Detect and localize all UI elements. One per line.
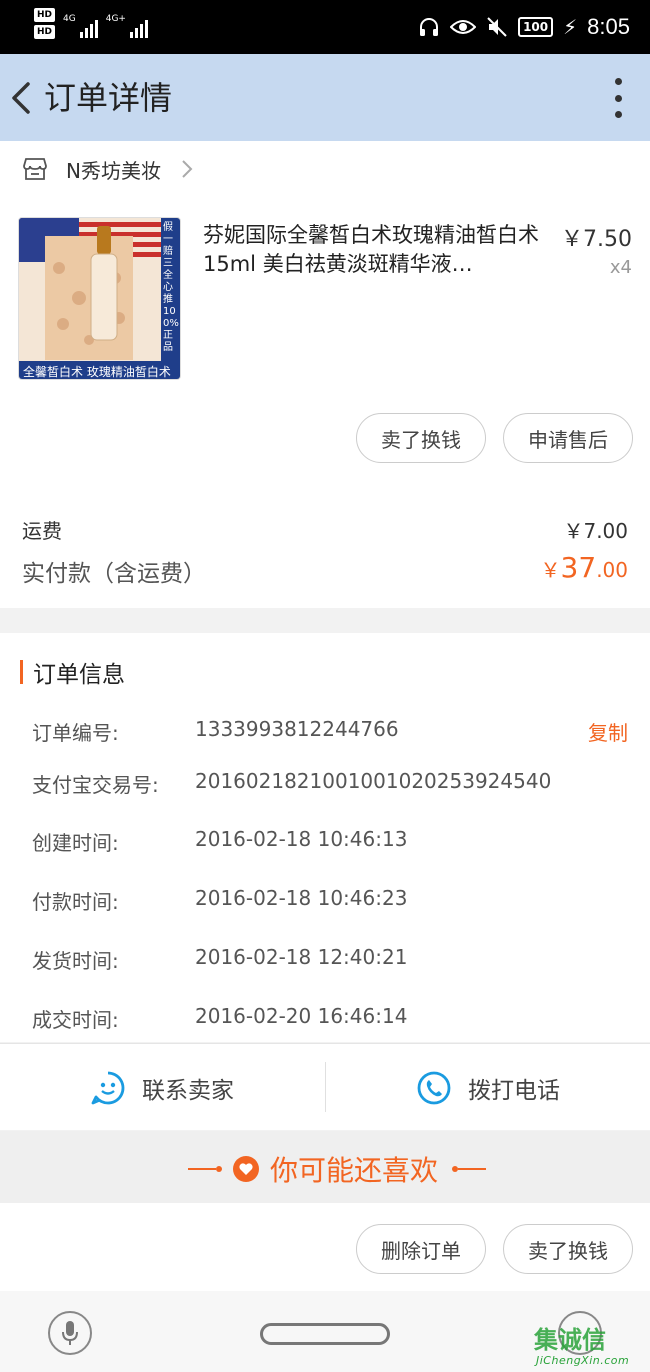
- voice-button[interactable]: [48, 1311, 92, 1355]
- watermark-sub: JiChengXin.com: [536, 1354, 630, 1367]
- chevron-left-icon: [12, 82, 30, 114]
- total-paid-value: ￥37.00: [541, 551, 628, 584]
- product-quantity: x4: [609, 257, 632, 278]
- after-sale-button[interactable]: 申请售后: [503, 413, 633, 463]
- status-bar: HD HD 4G 4G+ 100 ⚡ 8:05: [0, 0, 650, 54]
- battery-icon: 100: [518, 17, 554, 37]
- total-paid-currency: ￥: [540, 558, 561, 582]
- completed-time-value: 2016-02-20 16:46:14: [195, 1004, 408, 1028]
- sell-button[interactable]: 卖了换钱: [356, 413, 486, 463]
- call-phone-label: 拨打电话: [468, 1077, 560, 1104]
- hd-badge-1: HD: [34, 8, 56, 22]
- product-image[interactable]: 全馨皙白术 玫瑰精油皙白术 假一赔三 全心推100%正品: [18, 217, 181, 380]
- shop-row[interactable]: N秀坊美妆: [22, 153, 193, 185]
- recommend-label: 你可能还喜欢: [270, 1154, 439, 1187]
- chevron-right-icon: [182, 160, 193, 178]
- product-image-caption: 全馨皙白术 玫瑰精油皙白术: [23, 365, 171, 379]
- status-left: HD HD 4G 4G+: [34, 8, 148, 39]
- home-gesture-bar[interactable]: [260, 1323, 390, 1345]
- mute-icon: [487, 17, 507, 37]
- sell-bottom-button[interactable]: 卖了换钱: [503, 1224, 633, 1274]
- completed-time-label: 成交时间:: [32, 1008, 119, 1032]
- shipping-fee-value: ￥7.00: [563, 519, 628, 543]
- total-paid-label: 实付款（含运费）: [22, 561, 206, 587]
- headphones-icon: [420, 18, 439, 36]
- product-title[interactable]: 芬妮国际全馨皙白术玫瑰精油皙白术15ml 美白祛黄淡斑精华液…: [203, 221, 541, 279]
- bottom-action-bar: 删除订单 卖了换钱: [0, 1203, 650, 1291]
- order-info-title: 订单信息: [20, 657, 125, 688]
- shop-name: N秀坊美妆: [66, 158, 161, 183]
- total-paid-decimal: .00: [596, 558, 628, 582]
- recommend-line-left: [188, 1168, 216, 1170]
- hd-badge-2: HD: [34, 25, 56, 39]
- microphone-icon: [62, 1321, 78, 1345]
- order-number-value: 1333993812244766: [195, 717, 399, 741]
- recommend-header: 你可能还喜欢: [0, 1131, 650, 1203]
- back-button[interactable]: [6, 76, 40, 120]
- order-item-card: N秀坊美妆 全馨皙白术 玫瑰精油皙白术 假一赔三 全心推100%正品 芬妮国际全…: [0, 141, 650, 608]
- shop-icon: [23, 158, 47, 180]
- page-title: 订单详情: [44, 79, 173, 117]
- shipping-fee-label: 运费: [22, 519, 62, 543]
- recommend-line-right: [458, 1168, 487, 1170]
- created-time-label: 创建时间:: [32, 831, 119, 855]
- signal-icon-1: 4G: [63, 14, 98, 38]
- paid-time-label: 付款时间:: [32, 890, 119, 914]
- network-type-2: 4G+: [105, 14, 126, 24]
- eye-icon: [450, 20, 477, 34]
- chat-face-icon: [91, 1071, 125, 1104]
- watermark: 集诚信 JiChengXin.com: [534, 1320, 650, 1372]
- alipay-number-value: 2016021821001001020253924540: [195, 769, 552, 793]
- more-menu-button[interactable]: [612, 78, 624, 118]
- status-right: 100 ⚡ 8:05: [418, 14, 630, 40]
- contact-bar: 联系卖家 拨打电话: [0, 1043, 650, 1130]
- copy-button[interactable]: 复制: [588, 717, 628, 746]
- network-type-1: 4G: [63, 14, 76, 24]
- total-paid-integer: 37: [560, 551, 597, 584]
- product-image-side-text: 假一赔三 全心推100%正品: [163, 222, 179, 353]
- call-phone-button[interactable]: 拨打电话: [326, 1044, 650, 1131]
- shipped-time-label: 发货时间:: [32, 949, 119, 973]
- created-time-value: 2016-02-18 10:46:13: [195, 827, 408, 851]
- recommend-dot-left: [216, 1166, 222, 1172]
- paid-time-value: 2016-02-18 10:46:23: [195, 886, 408, 910]
- contact-seller-button[interactable]: 联系卖家: [0, 1044, 324, 1131]
- order-number-label: 订单编号:: [32, 721, 119, 745]
- shipped-time-value: 2016-02-18 12:40:21: [195, 945, 408, 969]
- title-bar: 订单详情: [0, 54, 650, 141]
- alipay-number-label: 支付宝交易号:: [32, 773, 159, 797]
- order-info-section: 订单信息 订单编号: 1333993812244766 复制 支付宝交易号: 2…: [0, 633, 650, 1042]
- phone-icon: [417, 1071, 451, 1104]
- product-photo: [19, 218, 180, 379]
- charging-icon: ⚡: [563, 15, 578, 39]
- watermark-text: 集诚信: [534, 1326, 606, 1354]
- delete-order-button[interactable]: 删除订单: [356, 1224, 486, 1274]
- signal-icon-2: 4G+: [106, 14, 148, 38]
- heart-icon: [233, 1156, 259, 1182]
- product-price: ￥7.50: [561, 227, 632, 252]
- clock: 8:05: [587, 14, 630, 39]
- contact-seller-label: 联系卖家: [142, 1077, 234, 1104]
